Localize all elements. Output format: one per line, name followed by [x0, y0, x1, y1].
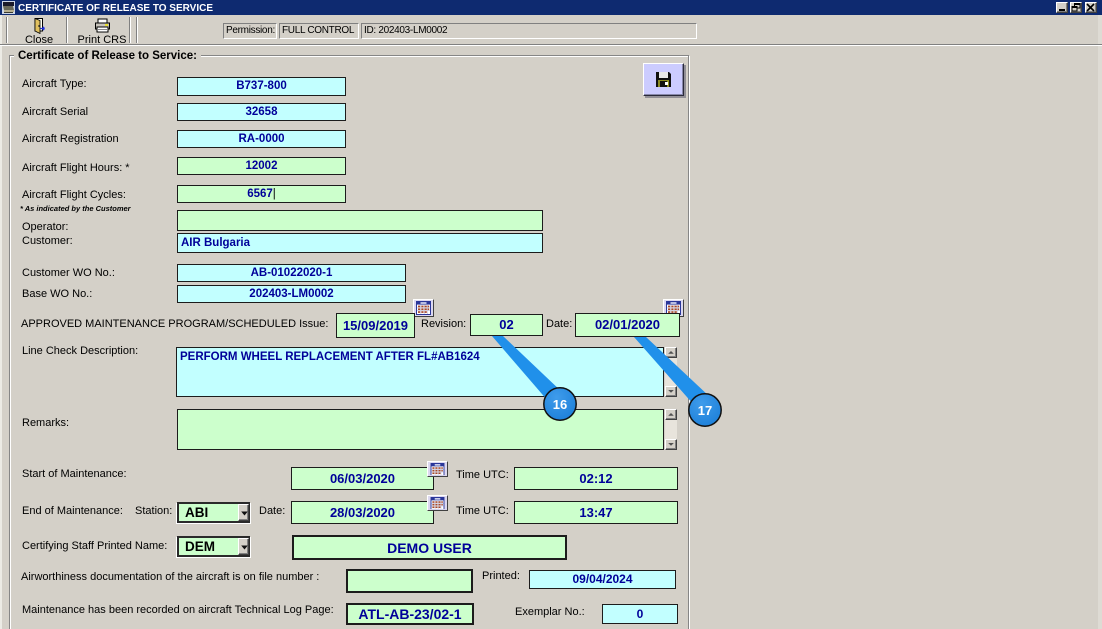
svg-text:17: 17 — [698, 403, 712, 418]
